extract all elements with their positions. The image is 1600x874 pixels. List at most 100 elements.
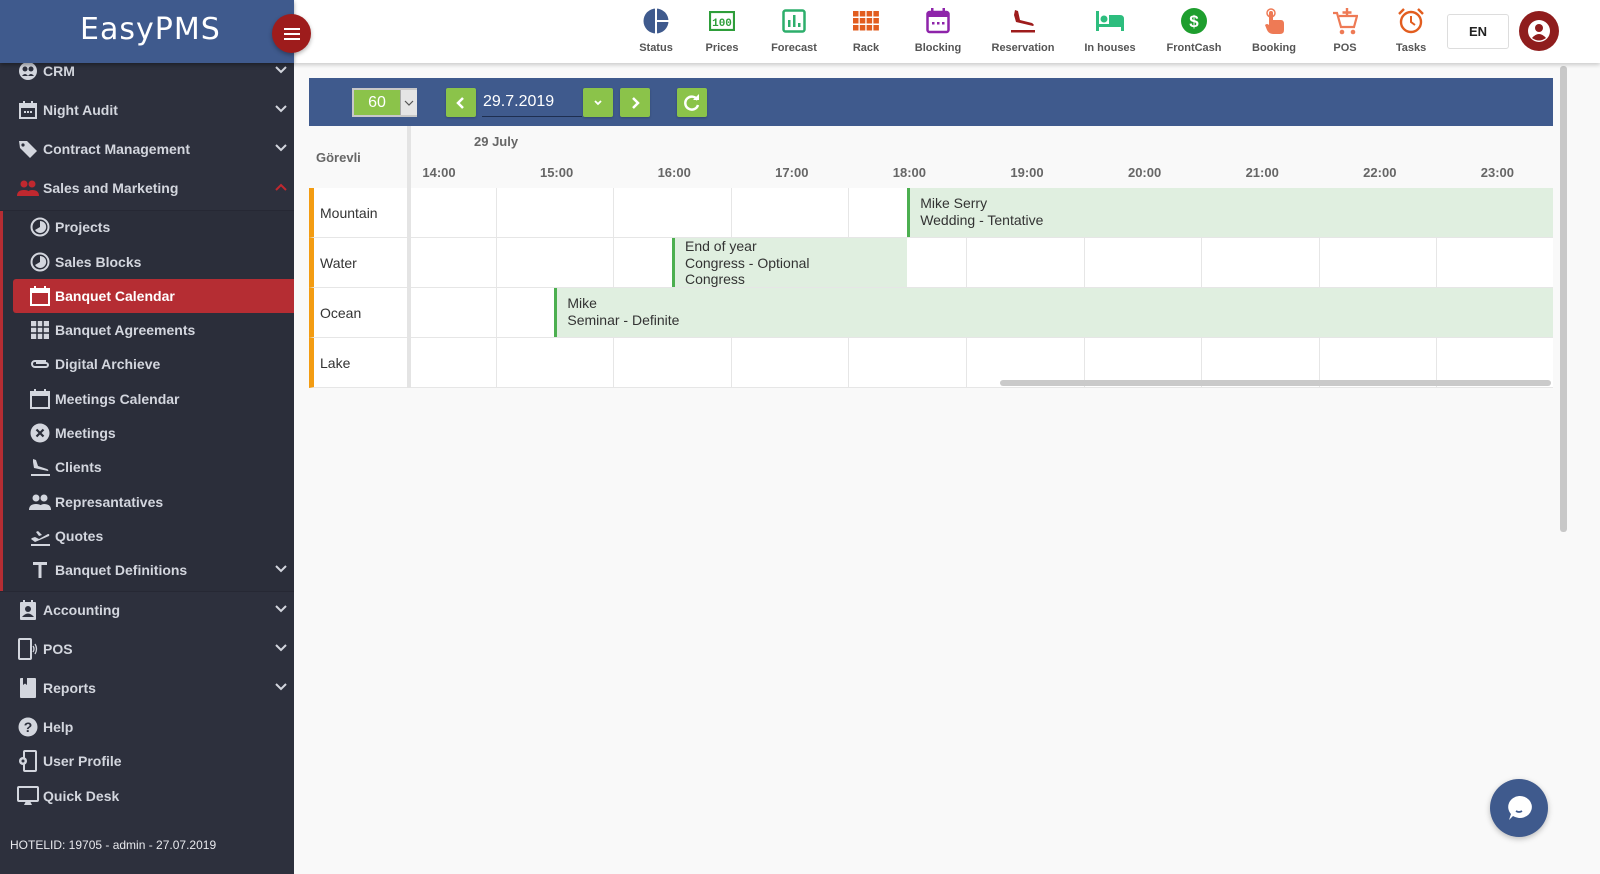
sidebar-item-user-profile[interactable]: User Profile: [0, 744, 294, 778]
session-info: HOTELID: 19705 - admin - 27.07.2019: [10, 838, 217, 852]
toolbar-booking[interactable]: Booking: [1238, 6, 1310, 58]
help-icon: ?: [17, 716, 39, 738]
toolbar-in-houses[interactable]: In houses: [1074, 6, 1146, 58]
sidebar-subitem-banquet-agreements[interactable]: Banquet Agreements: [0, 313, 294, 347]
dollar-icon: $: [1158, 6, 1230, 36]
banquet-event[interactable]: Mike Serry Wedding - Tentative: [907, 188, 1553, 237]
vertical-scrollbar[interactable]: [1560, 66, 1567, 532]
event-text-line: Seminar - Definite: [567, 311, 680, 328]
interval-value: 60: [368, 94, 386, 111]
people-icon: [17, 177, 39, 199]
event-text-line: Mike Serry: [920, 195, 988, 211]
row-gridline: [411, 387, 1553, 388]
sidebar-subitem-quotes[interactable]: Quotes: [0, 519, 294, 553]
sidebar-item-night-audit[interactable]: Night Audit: [0, 93, 294, 127]
sidebar-item-label: Help: [43, 719, 74, 735]
grid-cells[interactable]: Mike Serry Wedding - Tentative End of year…: [411, 188, 1553, 388]
sidebar-subitem-represantatives[interactable]: Represantatives: [0, 485, 294, 519]
toolbar-rack[interactable]: Rack: [830, 6, 902, 58]
menu-toggle-button[interactable]: [272, 14, 311, 53]
sidebar-item-pos[interactable]: POS: [0, 632, 294, 666]
sidebar-item-contract-management[interactable]: Contract Management: [0, 132, 294, 166]
sidebar-item-label: Night Audit: [43, 102, 118, 118]
text-icon: [29, 559, 51, 581]
sidebar-subitem-sales-blocks[interactable]: Sales Blocks: [0, 245, 294, 279]
svg-text:$: $: [1189, 12, 1199, 31]
event-text-line: Congress - Optional: [685, 254, 810, 271]
svg-text:100: 100: [712, 18, 732, 30]
horizontal-scrollbar[interactable]: [1000, 380, 1551, 386]
sidebar-item-label: Projects: [55, 219, 111, 235]
chevron-down-icon: [275, 683, 287, 691]
sidebar-subitem-clients[interactable]: Clients: [0, 450, 294, 484]
chevron-down-icon: [594, 99, 602, 105]
sidebar-subitem-banquet-calendar[interactable]: Banquet Calendar: [13, 279, 294, 313]
chat-button[interactable]: [1490, 779, 1548, 837]
banquet-event[interactable]: Mike Seminar - Definite: [554, 288, 1553, 337]
sidebar-item-reports[interactable]: Reports: [0, 671, 294, 705]
status-pie-icon: [620, 6, 692, 36]
alarm-icon: [1375, 6, 1447, 36]
sidebar-subitem-banquet-definitions[interactable]: Banquet Definitions: [0, 553, 294, 587]
flight-takeoff-icon: [29, 525, 51, 547]
sidebar-item-help[interactable]: ? Help: [0, 710, 294, 744]
settings-phone-icon: [17, 750, 39, 772]
sidebar-subitem-digital-archieve[interactable]: Digital Archieve: [0, 347, 294, 381]
hour-label: 19:00: [1010, 165, 1044, 180]
sidebar-item-sales-and-marketing[interactable]: Sales and Marketing: [0, 171, 294, 205]
toolbar-pos[interactable]: POS: [1309, 6, 1381, 58]
people-icon: [29, 491, 51, 513]
chevron-down-icon: [400, 90, 417, 115]
next-day-button[interactable]: [620, 88, 650, 117]
toolbar-tasks[interactable]: Tasks: [1375, 6, 1447, 58]
refresh-button[interactable]: [677, 88, 707, 117]
interval-select[interactable]: 60: [352, 88, 417, 117]
toolbar-blocking[interactable]: Blocking: [902, 6, 974, 58]
rack-grid-icon: [830, 6, 902, 36]
sidebar-item-quick-desk[interactable]: Quick Desk: [0, 779, 294, 813]
toolbar-forecast[interactable]: Forecast: [758, 6, 830, 58]
account-icon: [1528, 20, 1550, 42]
toolbar-prices[interactable]: 100 Prices: [686, 6, 758, 58]
toolbar-frontcash[interactable]: $ FrontCash: [1158, 6, 1230, 58]
sidebar-item-label: CRM: [43, 63, 75, 79]
crm-icon: [17, 60, 39, 82]
app-logo: EasyPMS: [0, 0, 294, 63]
sidebar-item-label: Banquet Agreements: [55, 322, 196, 338]
sidebar-item-label: Represantatives: [55, 494, 164, 510]
close-circle-icon: [29, 422, 51, 444]
money-icon: 100: [686, 6, 758, 36]
grid-icon: [29, 319, 51, 341]
sidebar-item-accounting[interactable]: Accounting: [0, 593, 294, 627]
date-input[interactable]: 29.7.2019: [482, 88, 582, 117]
hour-label: 23:00: [1480, 165, 1515, 180]
sidebar-subitem-meetings[interactable]: Meetings: [0, 416, 294, 450]
hour-label: 15:00: [539, 165, 574, 180]
sidebar-subitem-projects[interactable]: Projects: [0, 210, 294, 244]
calendar-icon: [17, 99, 39, 121]
hour-label: 22:00: [1363, 165, 1397, 180]
chart-icon: [758, 6, 830, 36]
event-text-line: End of year: [685, 238, 757, 254]
user-menu-button[interactable]: [1519, 11, 1559, 51]
sidebar-subitem-meetings-calendar[interactable]: Meetings Calendar: [0, 382, 294, 416]
toolbar-status[interactable]: Status: [620, 6, 692, 58]
event-text-line: Mike: [567, 295, 597, 311]
touch-icon: [1238, 6, 1310, 36]
chevron-left-icon: [456, 96, 464, 109]
calendar-icon: [902, 6, 974, 36]
sidebar-item-label: Reports: [43, 680, 96, 696]
room-row-label[interactable]: Water: [309, 238, 407, 288]
room-row-label[interactable]: Lake: [309, 338, 407, 388]
banquet-event[interactable]: End of year Congress - Optional Congress: [672, 238, 908, 287]
room-row-label[interactable]: Mountain: [309, 188, 407, 238]
previous-day-button[interactable]: [446, 88, 476, 117]
calendar-icon: [29, 285, 51, 307]
date-picker-button[interactable]: [583, 88, 613, 117]
language-button[interactable]: EN: [1447, 14, 1509, 49]
sidebar-item-label: Meetings: [55, 425, 116, 441]
top-toolbar: Status 100 Prices Forecast Rack Blocking…: [294, 0, 1600, 63]
toolbar-reservation[interactable]: Reservation: [987, 6, 1059, 58]
device-icon: [17, 638, 39, 660]
room-row-label[interactable]: Ocean: [309, 288, 407, 338]
